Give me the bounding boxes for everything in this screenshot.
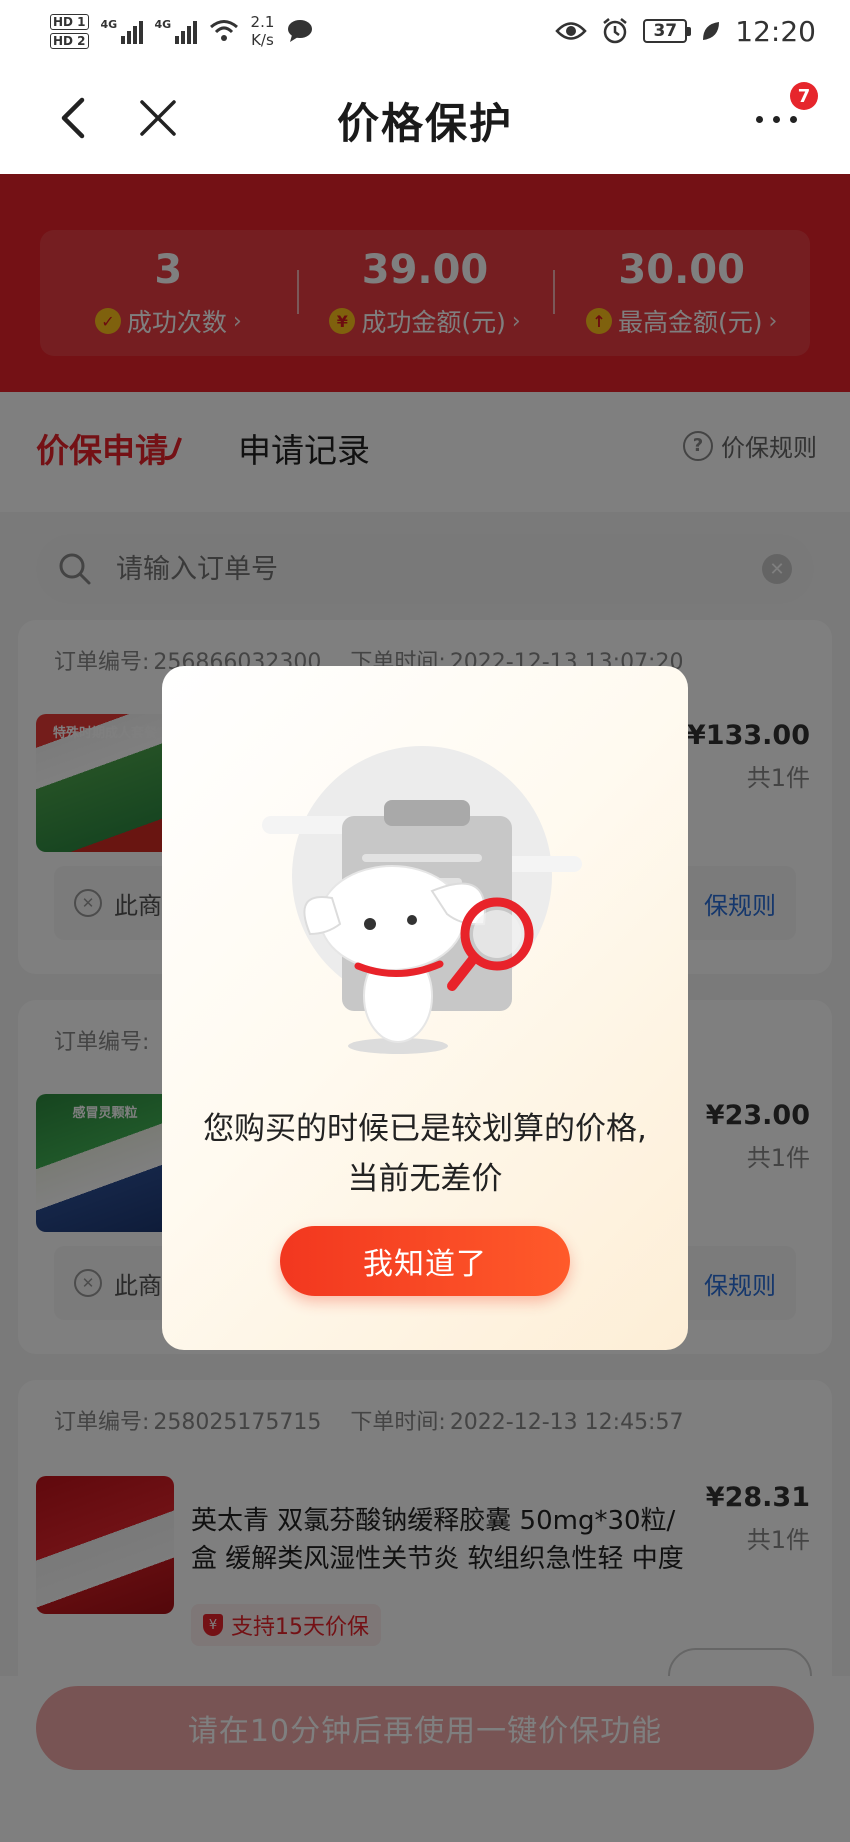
hd2-indicator: HD 2 [50, 32, 89, 49]
hd1-indicator: HD 1 [50, 13, 89, 30]
chat-bubble-icon [288, 20, 313, 42]
notification-badge: 7 [790, 82, 818, 110]
mascot-illustration [262, 746, 582, 1054]
status-bar: HD 1 HD 2 4G 4G 2.1 K/s 37 12:20 [0, 0, 850, 62]
eye-icon [555, 22, 588, 40]
leaf-icon [703, 22, 720, 40]
alarm-icon [603, 18, 628, 44]
battery-indicator: 37 [643, 19, 692, 43]
signal-icon: 4G [101, 18, 143, 44]
more-dots-icon [756, 116, 797, 123]
page-title: 价格保护 [336, 99, 513, 148]
clock-time: 12:20 [735, 14, 816, 48]
network-speed: 2.1 K/s [250, 13, 275, 49]
signal-icon-2: 4G [155, 18, 197, 44]
wifi-icon [209, 20, 238, 41]
dialog-message: 您购买的时候已是较划算的价格, 当前无差价 [203, 1111, 647, 1197]
no-price-difference-dialog: 您购买的时候已是较划算的价格, 当前无差价 我知道了 [162, 666, 688, 1350]
nav-bar: 价格保护 [0, 62, 850, 174]
got-it-button[interactable]: 我知道了 [280, 1226, 570, 1296]
